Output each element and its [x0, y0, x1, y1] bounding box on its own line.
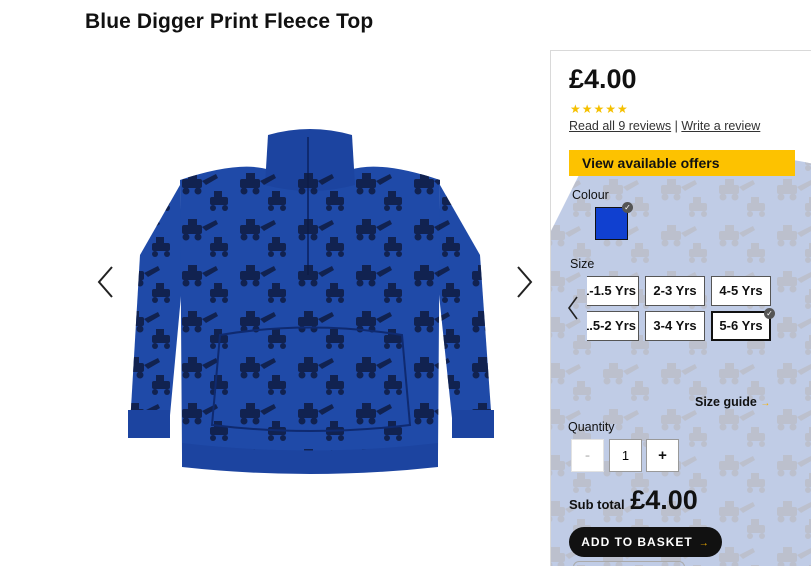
quantity-label: Quantity — [568, 420, 615, 434]
size-option-4-5[interactable]: 4-5 Yrs — [711, 276, 771, 306]
checkmark-icon: ✓ — [622, 202, 633, 213]
gallery-prev-button[interactable] — [92, 262, 122, 302]
size-label: Size — [570, 257, 595, 271]
size-option-5-6-selected[interactable]: 5-6 Yrs — [711, 311, 771, 341]
size-prev-button[interactable] — [565, 293, 581, 323]
arrow-right-icon: → — [760, 398, 771, 409]
review-separator: | — [674, 119, 678, 133]
product-title: Blue Digger Print Fleece Top — [85, 10, 374, 33]
view-offers-button[interactable]: View available offers — [569, 150, 795, 176]
gallery-next-button[interactable] — [508, 262, 538, 302]
write-review-link[interactable]: Write a review — [681, 119, 760, 133]
size-option-1-1-5[interactable]: 1-1.5 Yrs — [587, 276, 639, 306]
subtotal-value: £4.00 — [630, 485, 698, 515]
checkmark-icon: ✓ — [764, 308, 775, 319]
rating-stars-icon: ★★★★★ — [570, 102, 629, 116]
quantity-increase-button[interactable]: + — [646, 439, 679, 472]
size-options: 1-1.5 Yrs 2-3 Yrs 4-5 Yrs 1.5-2 Yrs 3-4 … — [587, 276, 777, 346]
size-guide-link[interactable]: Size guide → — [695, 395, 770, 409]
colour-label: Colour — [572, 188, 609, 202]
purchase-panel: £4.00 ★★★★★ Read all 9 reviews | Write a… — [550, 50, 811, 566]
subtotal: Sub total £4.00 — [569, 485, 698, 516]
size-guide-label: Size guide — [695, 395, 757, 409]
size-option-3-4[interactable]: 3-4 Yrs — [645, 311, 705, 341]
size-option-label: 5-6 Yrs — [719, 318, 763, 333]
subtotal-label: Sub total — [569, 497, 625, 512]
chevron-left-icon — [568, 296, 578, 320]
arrow-right-icon: → — [698, 538, 710, 549]
add-to-basket-button[interactable]: ADD TO BASKET → — [569, 527, 722, 557]
quantity-decrease-button[interactable]: - — [571, 439, 604, 472]
colour-swatch-blue[interactable]: ✓ — [595, 202, 633, 240]
size-option-2-3[interactable]: 2-3 Yrs — [645, 276, 705, 306]
quantity-input[interactable] — [609, 439, 642, 472]
add-to-basket-label: ADD TO BASKET — [581, 535, 693, 549]
secondary-button[interactable] — [573, 561, 685, 566]
read-reviews-link[interactable]: Read all 9 reviews — [569, 119, 671, 133]
price: £4.00 — [569, 64, 637, 94]
product-image[interactable] — [120, 125, 500, 480]
review-links: Read all 9 reviews | Write a review — [569, 119, 760, 133]
chevron-left-icon — [97, 266, 113, 298]
size-option-1-5-2[interactable]: 1.5-2 Yrs — [587, 311, 639, 341]
chevron-right-icon — [517, 266, 533, 298]
